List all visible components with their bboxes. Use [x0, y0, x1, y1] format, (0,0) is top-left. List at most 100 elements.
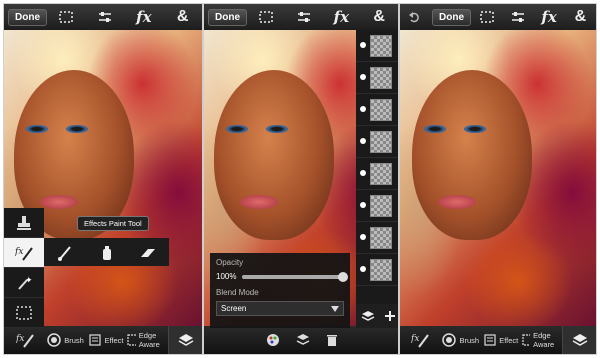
top-toolbar: Done fx &: [4, 4, 202, 30]
layer-thumbnail: [370, 259, 392, 281]
fx-label: fx: [136, 8, 152, 26]
brush-button[interactable]: Brush: [45, 333, 86, 347]
effects-button[interactable]: fx: [4, 332, 45, 348]
svg-text:✦: ✦: [25, 275, 32, 285]
edge-aware-button[interactable]: Edge Aware: [127, 331, 168, 349]
lips: [40, 195, 78, 209]
layer-thumbnail: [370, 131, 392, 153]
layer-visibility-dot[interactable]: [360, 74, 366, 80]
selection-icon[interactable]: [471, 4, 502, 30]
layer-visibility-dot[interactable]: [360, 42, 366, 48]
eraser-tool-icon[interactable]: [127, 238, 169, 268]
bottom-toolbar: fx Brush Effect Edge Aware: [400, 326, 596, 354]
selection-icon[interactable]: [247, 4, 285, 30]
effect-icon: [484, 334, 496, 346]
brush-button[interactable]: Brush: [441, 333, 482, 347]
blend-mode-value: Screen: [221, 304, 247, 313]
layer-item[interactable]: [356, 126, 398, 158]
layer-visibility-dot[interactable]: [360, 138, 366, 144]
right-eye: [266, 125, 288, 133]
portrait-photo[interactable]: [400, 30, 596, 326]
svg-text:fx: fx: [15, 247, 23, 257]
effect-button[interactable]: Effect: [86, 334, 127, 346]
layers-icon: [178, 334, 193, 346]
paint-tool-options: [44, 238, 169, 266]
merge-layers-icon[interactable]: [296, 333, 310, 347]
svg-text:fx: fx: [16, 334, 24, 344]
add-layer-icon: [384, 311, 395, 321]
adjust-icon[interactable]: [502, 4, 533, 30]
fx-label: fx: [541, 8, 557, 26]
layer-item[interactable]: [356, 222, 398, 254]
adjust-icon[interactable]: [285, 4, 323, 30]
opacity-slider[interactable]: [242, 271, 348, 282]
selection-icon[interactable]: [47, 4, 86, 30]
trash-icon[interactable]: [326, 333, 338, 347]
left-eye: [26, 125, 48, 133]
layers-icon: [572, 334, 587, 346]
layers-strip-actions: [356, 304, 398, 328]
ampersand-icon[interactable]: &: [565, 4, 596, 30]
editor-panel-2: Done fx & Opacity 100% Blend Mode Screen: [203, 3, 399, 355]
effects-button[interactable]: fx: [400, 332, 441, 348]
marquee-tool[interactable]: [4, 298, 44, 328]
fx-icon[interactable]: fx: [534, 4, 565, 30]
done-button[interactable]: Done: [432, 8, 471, 26]
layer-properties-panel: Opacity 100% Blend Mode Screen: [210, 253, 350, 328]
editor-panel-1: Done fx & fx ✦ Effects Paint Tool fx Bru…: [3, 3, 203, 355]
brush-label: Brush: [64, 335, 84, 345]
layer-visibility-dot[interactable]: [360, 106, 366, 112]
stamp-tool[interactable]: [4, 208, 44, 238]
magic-wand-tool[interactable]: ✦: [4, 268, 44, 298]
blend-mode-label: Blend Mode: [216, 288, 259, 297]
left-eye: [424, 125, 446, 133]
fx-icon[interactable]: fx: [323, 4, 361, 30]
undo-icon[interactable]: [400, 4, 428, 30]
editor-panel-3: Done fx & fx Brush Effect Edge Aware: [399, 3, 597, 355]
fx-icon[interactable]: fx: [125, 4, 164, 30]
opacity-slider-knob[interactable]: [338, 271, 348, 282]
layers-strip: [356, 30, 398, 326]
layers-button[interactable]: [562, 326, 596, 354]
layer-visibility-dot[interactable]: [360, 170, 366, 176]
amp-label: &: [176, 8, 189, 25]
screenshot-collage: Done fx & fx ✦ Effects Paint Tool fx Bru…: [0, 0, 600, 358]
layer-thumbnail: [370, 67, 392, 89]
edge-aware-button[interactable]: Edge Aware: [521, 331, 563, 349]
bottom-toolbar: fx Brush Effect Edge Aware: [4, 326, 202, 354]
opacity-value: 100%: [216, 272, 237, 281]
layer-item[interactable]: [356, 94, 398, 126]
palette-icon[interactable]: [266, 333, 280, 347]
ampersand-icon[interactable]: &: [163, 4, 202, 30]
bottle-tool-icon[interactable]: [86, 238, 128, 268]
done-button[interactable]: Done: [8, 8, 47, 26]
layer-visibility-dot[interactable]: [360, 202, 366, 208]
layer-item[interactable]: [356, 254, 398, 286]
layers-icon: [361, 311, 374, 321]
chevron-down-icon: [331, 305, 339, 312]
effect-button[interactable]: Effect: [481, 334, 522, 346]
brush-tool-icon[interactable]: [44, 238, 86, 268]
layer-visibility-dot[interactable]: [360, 234, 366, 240]
edge-aware-icon: [521, 334, 531, 346]
right-eye: [66, 125, 88, 133]
brush-icon: [442, 333, 457, 347]
done-button[interactable]: Done: [208, 8, 247, 26]
adjust-icon[interactable]: [86, 4, 125, 30]
tooltip: Effects Paint Tool: [77, 216, 149, 231]
amp-label: &: [574, 8, 587, 25]
brush-label: Brush: [459, 335, 480, 345]
layer-item[interactable]: [356, 62, 398, 94]
ampersand-icon[interactable]: &: [360, 4, 398, 30]
layer-item[interactable]: [356, 158, 398, 190]
layer-visibility-dot[interactable]: [360, 266, 366, 272]
layer-item[interactable]: [356, 190, 398, 222]
effects-paint-tool[interactable]: fx: [4, 238, 44, 268]
blend-mode-select[interactable]: Screen: [216, 301, 344, 316]
face-shape: [412, 70, 532, 240]
layer-item[interactable]: [356, 30, 398, 62]
layer-thumbnail: [370, 35, 392, 57]
effect-icon: [89, 334, 102, 346]
face-shape: [214, 70, 334, 240]
layers-button[interactable]: [168, 326, 202, 354]
